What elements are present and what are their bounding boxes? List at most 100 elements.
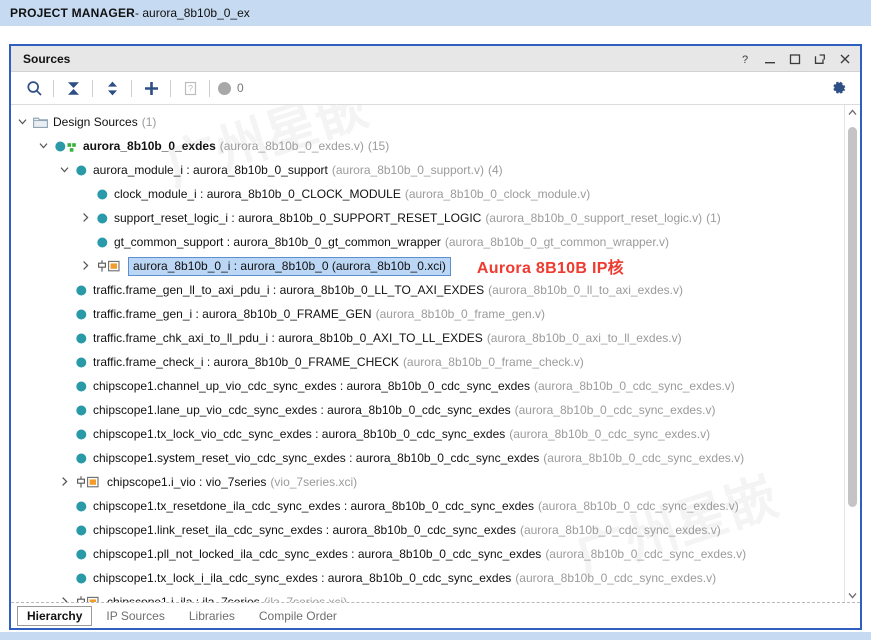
tree-row[interactable]: gt_common_support : aurora_8b10b_0_gt_co… bbox=[11, 230, 844, 254]
tree-row[interactable]: chipscope1.tx_lock_i_ila_cdc_sync_exdes … bbox=[11, 566, 844, 590]
tree-row[interactable]: chipscope1.i_vio : vio_7series (vio_7seri… bbox=[11, 470, 844, 494]
tree-row-text: clock_module_i : aurora_8b10b_0_CLOCK_MO… bbox=[114, 187, 590, 201]
ip-icon bbox=[75, 595, 102, 602]
chevron-right-icon[interactable] bbox=[80, 260, 93, 273]
ip-icon bbox=[75, 475, 102, 489]
tree-row-label: chipscope1.i_vio : vio_7series bbox=[107, 475, 267, 489]
tree-row-file: (aurora_8b10b_0_ll_to_axi_exdes.v) bbox=[488, 283, 683, 297]
chevron-down-icon[interactable] bbox=[38, 140, 51, 153]
tree-row-text: aurora_8b10b_0_exdes (aurora_8b10b_0_exde… bbox=[83, 139, 389, 153]
module-icon bbox=[75, 452, 88, 465]
tree-row[interactable]: traffic.frame_gen_ll_to_axi_pdu_i : auro… bbox=[11, 278, 844, 302]
tree-row-file: (aurora_8b10b_0_cdc_sync_exdes.v) bbox=[515, 571, 717, 585]
module-icon bbox=[75, 428, 88, 441]
add-sources-icon[interactable] bbox=[138, 76, 164, 100]
tab-libraries[interactable]: Libraries bbox=[179, 607, 245, 625]
tree-row-label: traffic.frame_check_i : aurora_8b10b_0_F… bbox=[93, 355, 399, 369]
tree-row-label: support_reset_logic_i : aurora_8b10b_0_S… bbox=[114, 211, 482, 225]
sources-window: Sources ? ? 0 广州星嵌 广州星嵌 Design Sources (… bbox=[9, 44, 862, 630]
project-manager-bar: PROJECT MANAGER - aurora_8b10b_0_ex bbox=[0, 0, 871, 26]
help-question-icon[interactable]: ? bbox=[177, 76, 203, 100]
tree-row-label: chipscope1.tx_lock_vio_cdc_sync_exdes : … bbox=[93, 427, 506, 441]
tree-row[interactable]: chipscope1.i_ila : ila_7series (ila_7seri… bbox=[11, 590, 844, 602]
maximize-icon[interactable] bbox=[788, 52, 802, 66]
tree-row[interactable]: aurora_8b10b_0_exdes (aurora_8b10b_0_exde… bbox=[11, 134, 844, 158]
window-controls: ? bbox=[738, 52, 852, 66]
chevron-down-icon[interactable] bbox=[17, 116, 30, 129]
tree-row-label: chipscope1.pll_not_locked_ila_cdc_sync_e… bbox=[93, 547, 542, 561]
tree-row-file: (aurora_8b10b_0_cdc_sync_exdes.v) bbox=[533, 379, 735, 393]
tree-row-text: chipscope1.pll_not_locked_ila_cdc_sync_e… bbox=[93, 547, 746, 561]
tree-row-file: (aurora_8b10b_0_cdc_sync_exdes.v) bbox=[514, 403, 716, 417]
vertical-scrollbar[interactable] bbox=[844, 105, 860, 602]
tree-row-file: (aurora_8b10b_0_exdes.v) bbox=[219, 139, 364, 153]
scroll-up-icon[interactable] bbox=[845, 105, 860, 119]
toolbar-buttons: ? 0 bbox=[21, 76, 244, 100]
toolbar-separator bbox=[131, 79, 132, 97]
scrollbar-thumb[interactable] bbox=[848, 127, 857, 507]
tree-row[interactable]: Design Sources (1) bbox=[11, 110, 844, 134]
tab-ip-sources[interactable]: IP Sources bbox=[96, 607, 174, 625]
close-icon[interactable] bbox=[838, 52, 852, 66]
chevron-right-icon[interactable] bbox=[59, 596, 72, 602]
tree-row[interactable]: chipscope1.tx_resetdone_ila_cdc_sync_exd… bbox=[11, 494, 844, 518]
chevron-down-icon[interactable] bbox=[59, 164, 72, 177]
tree-row-count: (15) bbox=[367, 139, 390, 153]
tab-hierarchy[interactable]: Hierarchy bbox=[17, 605, 93, 626]
chevron-right-icon[interactable] bbox=[59, 476, 72, 489]
tree-row-text: gt_common_support : aurora_8b10b_0_gt_co… bbox=[114, 235, 669, 249]
tree-row-text: aurora_8b10b_0_i : aurora_8b10b_0 (auror… bbox=[128, 256, 451, 276]
tree-row-label: chipscope1.link_reset_ila_cdc_sync_exdes… bbox=[93, 523, 516, 537]
tree-row[interactable]: clock_module_i : aurora_8b10b_0_CLOCK_MO… bbox=[11, 182, 844, 206]
tree-row[interactable]: chipscope1.system_reset_vio_cdc_sync_exd… bbox=[11, 446, 844, 470]
scroll-down-icon[interactable] bbox=[845, 588, 860, 602]
tree-row[interactable]: support_reset_logic_i : aurora_8b10b_0_S… bbox=[11, 206, 844, 230]
minimize-icon[interactable] bbox=[763, 52, 777, 66]
annotation-label: Aurora 8B10B IP核 bbox=[476, 260, 624, 277]
tree-row-file: (aurora_8b10b_0_cdc_sync_exdes.v) bbox=[537, 499, 739, 513]
module-icon bbox=[96, 188, 109, 201]
chevron-right-icon[interactable] bbox=[80, 212, 93, 225]
tree-row[interactable]: traffic.frame_check_i : aurora_8b10b_0_F… bbox=[11, 350, 844, 374]
tab-compile-order[interactable]: Compile Order bbox=[249, 607, 347, 625]
ip-icon bbox=[96, 259, 123, 273]
tree-row[interactable]: aurora_module_i : aurora_8b10b_0_support… bbox=[11, 158, 844, 182]
status-dot-icon bbox=[218, 81, 231, 95]
tree-row-label: chipscope1.channel_up_vio_cdc_sync_exdes… bbox=[93, 379, 530, 393]
float-window-icon[interactable] bbox=[813, 52, 827, 66]
tree-row[interactable]: aurora_8b10b_0_i : aurora_8b10b_0 (auror… bbox=[11, 254, 844, 278]
expand-all-icon[interactable] bbox=[99, 76, 125, 100]
sources-tree[interactable]: 广州星嵌 广州星嵌 Design Sources (1) aurora_8b10b_… bbox=[11, 105, 844, 602]
toolbar-separator bbox=[92, 79, 93, 97]
tree-row[interactable]: traffic.frame_gen_i : aurora_8b10b_0_FRA… bbox=[11, 302, 844, 326]
tree-row[interactable]: traffic.frame_chk_axi_to_ll_pdu_i : auro… bbox=[11, 326, 844, 350]
help-icon[interactable]: ? bbox=[738, 52, 752, 66]
tree-row[interactable]: chipscope1.link_reset_ila_cdc_sync_exdes… bbox=[11, 518, 844, 542]
search-icon[interactable] bbox=[21, 76, 47, 100]
module-icon bbox=[75, 380, 88, 393]
scrollbar-track[interactable] bbox=[845, 119, 860, 588]
sources-toolbar: ? 0 bbox=[11, 72, 860, 105]
tree-row[interactable]: chipscope1.pll_not_locked_ila_cdc_sync_e… bbox=[11, 542, 844, 566]
status-count[interactable]: 0 bbox=[216, 81, 244, 95]
tree-row-file: (aurora_8b10b_0_frame_gen.v) bbox=[375, 307, 546, 321]
tree-row-count: (4) bbox=[487, 163, 503, 177]
tree-row-text: chipscope1.channel_up_vio_cdc_sync_exdes… bbox=[93, 379, 735, 393]
folder-icon bbox=[33, 116, 48, 129]
svg-text:?: ? bbox=[742, 54, 748, 65]
tree-row-file: (aurora_8b10b_0_frame_check.v) bbox=[402, 355, 584, 369]
tree-row[interactable]: chipscope1.tx_lock_vio_cdc_sync_exdes : … bbox=[11, 422, 844, 446]
collapse-all-icon[interactable] bbox=[60, 76, 86, 100]
tree-row[interactable]: chipscope1.channel_up_vio_cdc_sync_exdes… bbox=[11, 374, 844, 398]
tree-row-text: traffic.frame_gen_ll_to_axi_pdu_i : auro… bbox=[93, 283, 683, 297]
tree-row-label: chipscope1.system_reset_vio_cdc_sync_exd… bbox=[93, 451, 540, 465]
gear-icon[interactable] bbox=[826, 76, 852, 100]
tree-row-label: clock_module_i : aurora_8b10b_0_CLOCK_MO… bbox=[114, 187, 401, 201]
tree-row-file: (aurora_8b10b_0_axi_to_ll_exdes.v) bbox=[486, 331, 682, 345]
tree-row-label: aurora_8b10b_0_i : aurora_8b10b_0 (auror… bbox=[128, 256, 451, 276]
tree-row[interactable]: chipscope1.lane_up_vio_cdc_sync_exdes : … bbox=[11, 398, 844, 422]
module-icon bbox=[75, 332, 88, 345]
tree-row-label: chipscope1.lane_up_vio_cdc_sync_exdes : … bbox=[93, 403, 511, 417]
tree-row-label: traffic.frame_gen_ll_to_axi_pdu_i : auro… bbox=[93, 283, 485, 297]
tree-row-file: (aurora_8b10b_0_cdc_sync_exdes.v) bbox=[509, 427, 711, 441]
